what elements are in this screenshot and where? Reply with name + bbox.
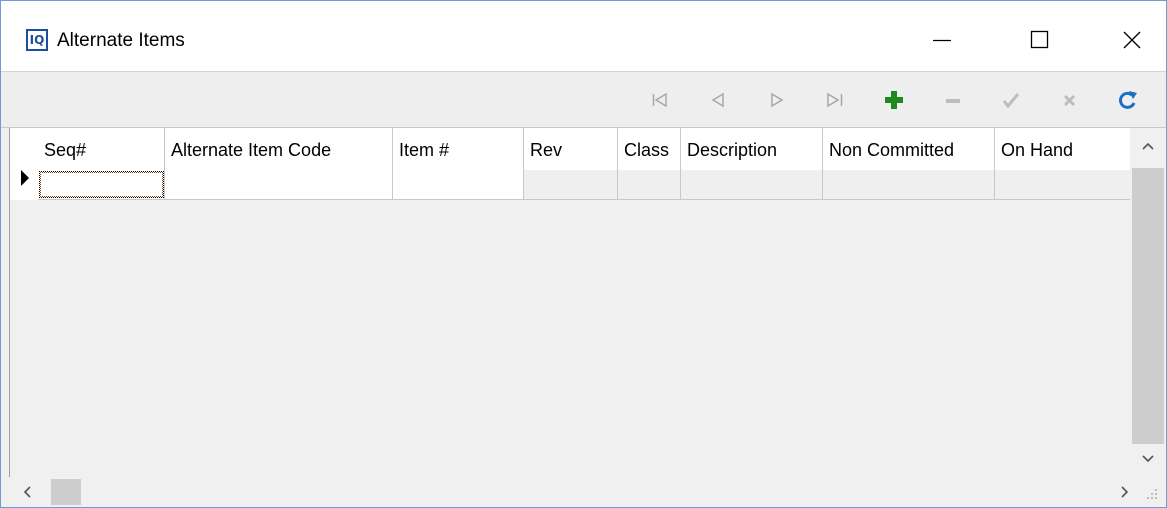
prior-record-button[interactable] — [704, 86, 732, 114]
column-header-non-committed[interactable]: Non Committed — [823, 128, 995, 170]
prior-record-icon — [711, 92, 724, 108]
window-title: Alternate Items — [57, 30, 185, 51]
column-header-rev[interactable]: Rev — [524, 128, 618, 170]
cell-description[interactable] — [681, 170, 823, 200]
cancel-edit-icon — [1063, 94, 1076, 107]
row-indicator-column — [10, 128, 38, 200]
chevron-right-icon — [1121, 486, 1129, 498]
scroll-right-button[interactable] — [1107, 477, 1143, 507]
last-record-icon — [827, 92, 843, 108]
delete-record-button[interactable] — [939, 86, 967, 114]
column-header-on-hand[interactable]: On Hand — [995, 128, 1136, 170]
vertical-scrollbar[interactable] — [1130, 128, 1166, 477]
alternate-items-window: IQ Alternate Items Seq# Alternate Item C… — [0, 0, 1167, 508]
post-edit-button[interactable] — [997, 86, 1025, 114]
cell-seq[interactable] — [38, 170, 165, 200]
next-record-icon — [771, 92, 784, 108]
refresh-icon — [1119, 91, 1137, 109]
cell-item-number[interactable] — [393, 170, 524, 200]
next-record-button[interactable] — [763, 86, 791, 114]
column-header-alternate-item-code[interactable]: Alternate Item Code — [165, 128, 393, 170]
current-row-indicator-icon — [21, 170, 29, 186]
minimize-button[interactable] — [907, 1, 977, 71]
chevron-left-icon — [23, 486, 31, 498]
resize-grip-icon[interactable] — [1141, 483, 1161, 503]
horizontal-scrollbar[interactable] — [9, 477, 1130, 507]
column-header-description[interactable]: Description — [681, 128, 823, 170]
column-header-seq[interactable]: Seq# — [38, 128, 165, 170]
grid-header: Seq# Alternate Item Code Item # Rev Clas… — [38, 128, 1136, 170]
last-record-button[interactable] — [821, 86, 849, 114]
app-icon: IQ — [26, 29, 48, 51]
maximize-icon — [1030, 30, 1049, 49]
column-header-class[interactable]: Class — [618, 128, 681, 170]
first-record-icon — [652, 92, 667, 108]
cell-editor-focus[interactable] — [39, 171, 164, 198]
post-edit-icon — [1002, 93, 1020, 109]
scroll-left-button[interactable] — [9, 477, 45, 507]
vertical-scroll-thumb[interactable] — [1132, 168, 1164, 444]
close-button[interactable] — [1096, 1, 1166, 71]
minimize-icon — [933, 39, 951, 42]
table-row[interactable] — [38, 170, 1136, 200]
alternate-items-grid[interactable]: Seq# Alternate Item Code Item # Rev Clas… — [9, 128, 1166, 477]
cell-non-committed[interactable] — [823, 170, 995, 200]
cell-class[interactable] — [618, 170, 681, 200]
cell-rev[interactable] — [524, 170, 618, 200]
cell-on-hand[interactable] — [995, 170, 1136, 200]
first-record-button[interactable] — [646, 86, 674, 114]
chevron-up-icon — [1142, 142, 1154, 150]
column-header-item-number[interactable]: Item # — [393, 128, 524, 170]
cell-alternate-item-code[interactable] — [165, 170, 393, 200]
chevron-down-icon — [1142, 455, 1154, 463]
scroll-down-button[interactable] — [1130, 441, 1166, 477]
insert-record-icon — [885, 91, 903, 109]
refresh-button[interactable] — [1114, 86, 1142, 114]
scroll-up-button[interactable] — [1130, 128, 1166, 164]
insert-record-button[interactable] — [880, 86, 908, 114]
title-bar[interactable]: IQ Alternate Items — [1, 1, 1166, 72]
delete-record-icon — [946, 99, 960, 103]
cancel-edit-button[interactable] — [1056, 86, 1084, 114]
navigator-toolbar — [1, 72, 1166, 128]
maximize-button[interactable] — [1004, 1, 1074, 71]
close-icon — [1123, 31, 1141, 49]
horizontal-scroll-thumb[interactable] — [51, 479, 81, 505]
